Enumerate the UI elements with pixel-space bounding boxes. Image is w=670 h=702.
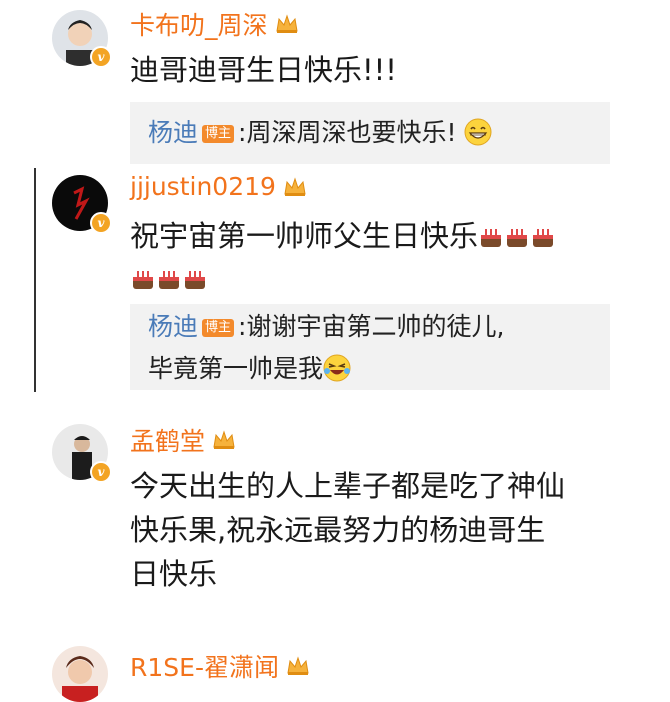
comment-text-line: 日快乐 (130, 557, 218, 591)
crown-icon (275, 14, 298, 33)
reply-text: :周深周深也要快乐! (238, 118, 457, 147)
crown-icon (284, 176, 306, 196)
laugh-tears-emoji (323, 354, 351, 382)
comment-text: 祝宇宙第一帅师父生日快乐 (130, 214, 670, 258)
username-text[interactable]: 孟鹤堂 (130, 422, 205, 458)
username-text[interactable]: 卡布叻_周深 (130, 6, 268, 42)
reply-text-line2: 毕竟第一帅是我 (148, 354, 324, 383)
crown-icon (213, 430, 235, 449)
birthday-cake-icon (481, 229, 502, 247)
username[interactable]: 卡布叻_周深 (130, 6, 300, 42)
reply-box[interactable]: 杨迪 博主:周深周深也要快乐! (130, 102, 610, 164)
reply-author[interactable]: 杨迪 (148, 312, 198, 341)
comment-text: 今天出生的人上辈子都是吃了神仙 快乐果,祝永远最努力的杨迪哥生 日快乐 (130, 464, 565, 596)
birthday-cake-icon (185, 271, 205, 289)
username-text[interactable]: jjjustin0219 (130, 172, 276, 201)
birthday-cake-icon (507, 229, 528, 247)
comment-text-line2 (130, 256, 208, 300)
birthday-cake-icon (159, 271, 179, 289)
username[interactable]: 孟鹤堂 (130, 422, 237, 458)
birthday-cake-icon (133, 271, 153, 289)
comment-text-content: 祝宇宙第一帅师父生日快乐 (130, 219, 479, 253)
thread-line (34, 168, 36, 392)
verified-badge-icon: v (90, 461, 112, 483)
author-badge: 博主 (202, 125, 235, 143)
username-text[interactable]: R1SE-翟潇闻 (130, 648, 279, 684)
comment-text: 迪哥迪哥生日快乐!!! (130, 48, 397, 92)
reply-box[interactable]: 杨迪 博主:谢谢宇宙第二帅的徒儿, 毕竟第一帅是我 (130, 304, 610, 390)
comment-text-line: 今天出生的人上辈子都是吃了神仙 (130, 469, 566, 503)
reply-author[interactable]: 杨迪 (148, 118, 198, 147)
verified-badge-icon: v (90, 46, 112, 68)
grin-emoji (464, 118, 492, 146)
username[interactable]: jjjustin0219 (130, 172, 308, 201)
verified-badge-icon: v (90, 212, 112, 234)
crown-icon (287, 656, 309, 675)
reply-text: :谢谢宇宙第二帅的徒儿, (238, 312, 505, 341)
author-badge: 博主 (202, 319, 235, 337)
comment-text-content: 迪哥迪哥生日快乐!!! (130, 53, 397, 87)
avatar[interactable] (52, 646, 108, 702)
comment-text-line: 快乐果,祝永远最努力的杨迪哥生 (130, 513, 546, 547)
username[interactable]: R1SE-翟潇闻 (130, 648, 311, 684)
birthday-cake-icon (533, 229, 554, 247)
